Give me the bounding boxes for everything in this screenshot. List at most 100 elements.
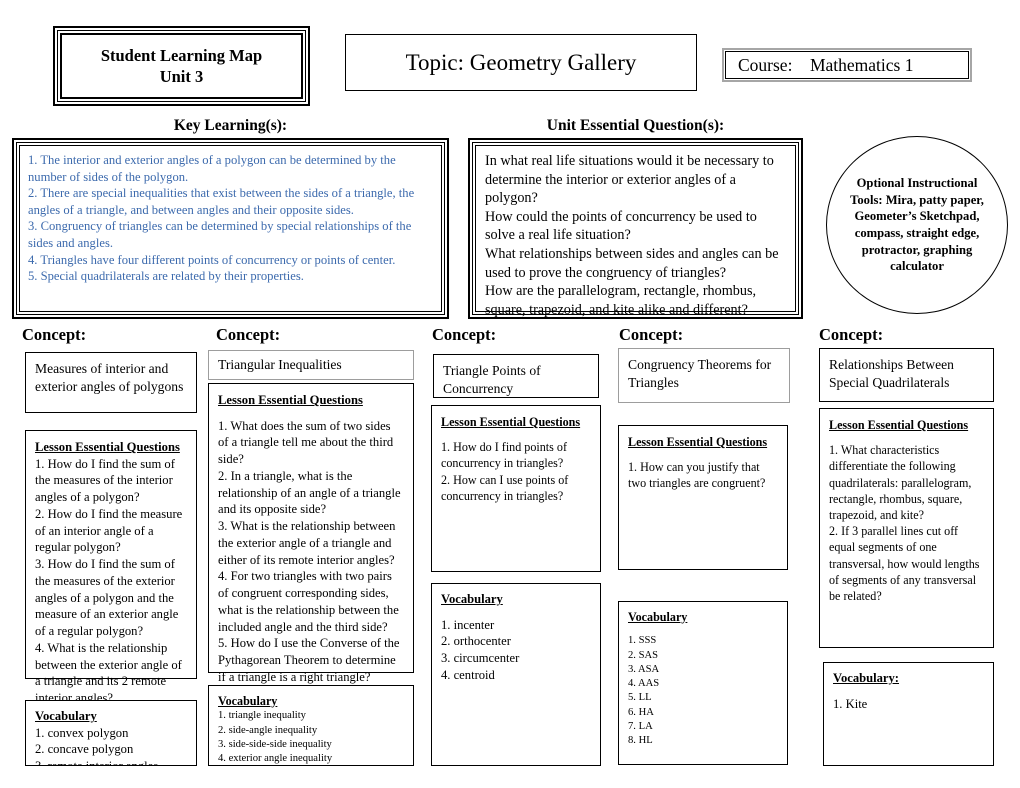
vocab-title-1: Vocabulary: [35, 709, 97, 723]
vocab-item: 2. concave polygon: [35, 742, 134, 757]
optional-instructional-tools-oval: Optional Instructional Tools: Mira, patt…: [826, 136, 1008, 314]
slm-title-line1: Student Learning Map: [100, 45, 263, 65]
concept-label-4: Concept:: [619, 325, 684, 344]
concept-box-4: Congruency Theorems for Triangles: [618, 348, 790, 403]
key-learnings-content: 1. The interior and exterior angles of a…: [19, 145, 442, 312]
vocab-item: 1. triangle inequality: [218, 710, 306, 722]
concept-box-3: Triangle Points of Concurrency: [433, 354, 599, 398]
leq-item: 2. How can I use points of concurrency i…: [441, 472, 569, 503]
vocab-item: 5. LL: [628, 692, 652, 704]
leq-item: 1. What does the sum of two sides of a t…: [218, 418, 394, 467]
topic-box: Topic: Geometry Gallery: [345, 34, 697, 91]
vocabulary-box-3: Vocabulary 1. incenter 2. orthocenter 3.…: [431, 583, 601, 766]
optional-tools-text: Optional Instructional Tools: Mira, patt…: [850, 175, 984, 274]
vocab-item: 3. remote interior angles: [35, 758, 187, 765]
vocab-title-5: Vocabulary:: [833, 671, 900, 685]
leq-item: 4. For two triangles with two pairs of c…: [218, 569, 399, 634]
vocab-item: 3. side-side-side inequality: [218, 738, 332, 750]
concept-box-2: Triangular Inequalities: [208, 350, 414, 380]
concept-box-1: Measures of interior and exterior angles…: [25, 352, 197, 413]
concept-text-5: Relationships Between Special Quadrilate…: [829, 357, 954, 391]
vocab-item: 1. convex polygon: [35, 725, 129, 740]
vocab-item: 4. centroid: [441, 667, 495, 682]
lesson-essential-questions-box-4: Lesson Essential Questions 1. How can yo…: [618, 425, 788, 570]
vocab-title-2: Vocabulary: [218, 694, 278, 708]
slm-border-inner: Student Learning Map Unit 3: [60, 33, 303, 99]
key-learning-item: 2. There are special inequalities that e…: [28, 186, 415, 217]
vocab-item: 7. LA: [628, 720, 653, 732]
student-learning-map-title-box: Student Learning Map Unit 3: [53, 26, 310, 106]
topic-text: Topic: Geometry Gallery: [405, 49, 637, 75]
leq-title-5: Lesson Essential Questions: [829, 418, 969, 432]
vocab-item: 2. SAS: [628, 649, 659, 661]
leq-item: 1. How do I find points of concurrency i…: [441, 440, 567, 471]
leq-title-1: Lesson Essential Questions: [35, 440, 180, 454]
leq-item: 3. How do I find the sum of the measures…: [35, 557, 179, 639]
leq-title-2: Lesson Essential Questions: [218, 393, 363, 407]
unit-essential-question-item: In what real life situations would it be…: [485, 153, 774, 207]
lesson-essential-questions-box-5: Lesson Essential Questions 1. What chara…: [819, 408, 994, 648]
vocab-item: 1. SSS: [628, 635, 657, 647]
leq-item: 1. How can you justify that two triangle…: [628, 460, 766, 491]
vocab-item: 2. side-angle inequality: [218, 724, 318, 736]
leq-item: 4. What is the relationship between the …: [35, 640, 182, 706]
concept-label-2: Concept:: [216, 325, 281, 344]
vocabulary-box-4: Vocabulary 1. SSS 2. SAS 3. ASA 4. AAS 5…: [618, 601, 788, 765]
slm-title-line2: Unit 3: [159, 67, 204, 86]
vocabulary-box-1: Vocabulary 1. convex polygon 2. concave …: [25, 700, 197, 766]
unit-essential-question-item: How could the points of concurrency be u…: [485, 208, 757, 244]
key-learning-item: 4. Triangles have four different points …: [28, 252, 396, 267]
unit-essential-questions-content: In what real life situations would it be…: [475, 145, 796, 318]
concept-text-2: Triangular Inequalities: [218, 356, 342, 372]
vocabulary-box-5: Vocabulary: 1. Kite: [823, 662, 994, 766]
concept-box-5: Relationships Between Special Quadrilate…: [819, 348, 994, 402]
leq-item: 2. How do I find the measure of an inter…: [35, 506, 183, 555]
vocab-item: 3. ASA: [628, 663, 660, 675]
concept-text-4: Congruency Theorems for Triangles: [628, 357, 772, 391]
vocab-item: 4. AAS: [628, 678, 660, 690]
leq-item: 2. If 3 parallel lines cut off equal seg…: [829, 524, 980, 604]
vocab-item: 8. HL: [628, 735, 653, 747]
leq-item: 3. What is the relationship between the …: [218, 519, 396, 567]
ueq-border-middle: In what real life situations would it be…: [472, 142, 799, 318]
leq-item: 1. What characteristics differentiate th…: [829, 443, 972, 523]
lesson-essential-questions-box-1: Lesson Essential Questions 1. How do I f…: [25, 430, 197, 705]
leq-title-4: Lesson Essential Questions: [628, 435, 768, 449]
concept-text-1: Measures of interior and exterior angles…: [35, 361, 184, 395]
key-learning-item: 1. The interior and exterior angles of a…: [28, 153, 396, 184]
concept-label-3: Concept:: [432, 325, 497, 344]
leq-item: 5. How do I use the Converse of the Pyth…: [218, 636, 400, 684]
key-learning-item: 3. Congruency of triangles can be determ…: [28, 219, 412, 251]
unit-essential-questions-box: In what real life situations would it be…: [468, 138, 803, 319]
key-learnings-border-middle: 1. The interior and exterior angles of a…: [16, 142, 445, 315]
concept-label-5: Concept:: [819, 325, 884, 344]
slm-border-middle: Student Learning Map Unit 3: [57, 30, 306, 102]
concept-label-1: Concept:: [22, 325, 87, 344]
vocab-item: 4. exterior angle inequality: [218, 753, 333, 765]
key-learnings-box: 1. The interior and exterior angles of a…: [12, 138, 449, 319]
vocab-title-4: Vocabulary: [628, 610, 688, 624]
vocab-item: 3. circumcenter: [441, 651, 520, 666]
lesson-essential-questions-box-2: Lesson Essential Questions 1. What does …: [208, 383, 414, 684]
concept-text-3: Triangle Points of Concurrency: [443, 363, 541, 397]
leq-title-tail-2: s: [357, 393, 363, 407]
unit-essential-question-item: How are the parallelogram, rectangle, rh…: [485, 283, 757, 318]
leq-item: 1. How do I find the sum of the measures…: [35, 456, 175, 505]
vocabulary-box-2: Vocabulary 1. triangle inequality 2. sid…: [208, 685, 414, 766]
key-learning-item: 5. Special quadrilaterals are related by…: [28, 269, 304, 284]
unit-essential-question-item: What relationships between sides and ang…: [485, 245, 779, 281]
course-text: Course: Mathematics 1: [725, 51, 969, 79]
leq-item: 2. In a triangle, what is the relationsh…: [218, 468, 401, 517]
vocab-item: 2. orthocenter: [441, 634, 511, 649]
vocab-item: 1. Kite: [833, 696, 868, 711]
unit-essential-questions-heading: Unit Essential Question(s):: [546, 117, 725, 134]
vocab-title-3: Vocabulary: [441, 592, 503, 606]
vocab-item: 6. HA: [628, 706, 654, 718]
